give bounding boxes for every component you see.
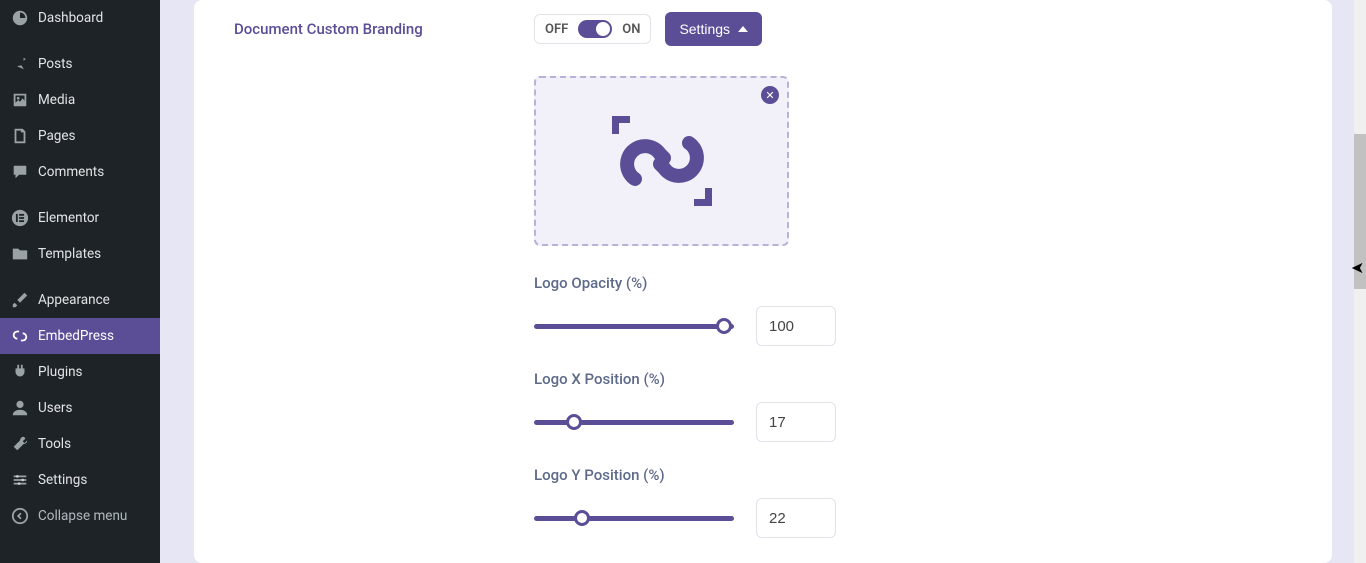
sidebar-item-collapse[interactable]: Collapse menu [0,498,160,534]
sidebar-item-label: Posts [38,56,150,72]
sidebar-item-label: Comments [38,164,150,180]
vertical-scrollbar[interactable] [1354,0,1366,563]
embedpress-icon [10,326,30,346]
chevron-up-icon [738,26,748,32]
pin-icon [10,54,30,74]
field-label: Logo Y Position (%) [534,466,1234,484]
controls-column: OFF ON Settings ✕ [534,12,1234,562]
settings-button[interactable]: Settings [665,12,762,46]
sidebar-item-embedpress[interactable]: EmbedPress [0,318,160,354]
plug-icon [10,362,30,382]
brush-icon [10,290,30,310]
field-ypos: Logo Y Position (%) [534,466,1234,538]
elementor-icon [10,208,30,228]
sidebar-item-templates[interactable]: Templates [0,236,160,272]
sliders-icon [10,470,30,490]
opacity-input[interactable] [756,306,836,346]
close-icon: ✕ [765,89,774,102]
sidebar-item-label: Pages [38,128,150,144]
scrollbar-thumb[interactable] [1354,134,1366,289]
toggle-row: OFF ON Settings [534,12,1234,46]
sidebar-item-media[interactable]: Media [0,82,160,118]
admin-sidebar: Dashboard Posts Media Pages Comments Ele… [0,0,160,563]
settings-card: Document Custom Branding OFF ON Settings… [194,0,1332,563]
sidebar-item-label: Users [38,400,150,416]
sidebar-item-settings[interactable]: Settings [0,462,160,498]
sidebar-item-plugins[interactable]: Plugins [0,354,160,390]
toggle-off-label: OFF [545,22,568,37]
folder-icon [10,244,30,264]
xpos-slider[interactable] [534,413,734,431]
page-background: Document Custom Branding OFF ON Settings… [160,0,1366,563]
sidebar-item-label: Appearance [38,292,150,308]
sidebar-item-label: Dashboard [38,10,150,26]
slider-thumb[interactable] [574,510,590,526]
wrench-icon [10,434,30,454]
user-icon [10,398,30,418]
comments-icon [10,162,30,182]
field-label: Logo Opacity (%) [534,274,1234,292]
opacity-slider[interactable] [534,317,734,335]
logo-preview[interactable]: ✕ [534,76,789,246]
media-icon [10,90,30,110]
sidebar-item-label: Elementor [38,210,150,226]
branding-toggle: OFF ON [534,14,651,44]
sidebar-item-elementor[interactable]: Elementor [0,200,160,236]
section-title: Document Custom Branding [234,20,423,38]
field-label: Logo X Position (%) [534,370,1234,388]
sidebar-item-label: Collapse menu [38,508,150,524]
settings-button-label: Settings [679,21,730,37]
field-opacity: Logo Opacity (%) [534,274,1234,346]
ypos-input[interactable] [756,498,836,538]
ypos-slider[interactable] [534,509,734,527]
logo-image [587,101,737,221]
pages-icon [10,126,30,146]
sidebar-item-label: Templates [38,246,150,262]
sidebar-item-label: Settings [38,472,150,488]
toggle-on-label: ON [622,22,640,37]
sidebar-item-label: Tools [38,436,150,452]
sidebar-item-pages[interactable]: Pages [0,118,160,154]
sidebar-item-dashboard[interactable]: Dashboard [0,0,160,36]
sidebar-item-comments[interactable]: Comments [0,154,160,190]
toggle-switch[interactable] [578,20,612,38]
sidebar-item-label: Plugins [38,364,150,380]
slider-thumb[interactable] [716,318,732,334]
dashboard-icon [10,8,30,28]
xpos-input[interactable] [756,402,836,442]
remove-logo-button[interactable]: ✕ [761,86,779,104]
sidebar-item-posts[interactable]: Posts [0,46,160,82]
sidebar-item-appearance[interactable]: Appearance [0,282,160,318]
sidebar-item-tools[interactable]: Tools [0,426,160,462]
sidebar-item-label: Media [38,92,150,108]
field-xpos: Logo X Position (%) [534,370,1234,442]
sidebar-item-users[interactable]: Users [0,390,160,426]
slider-thumb[interactable] [566,414,582,430]
collapse-icon [10,506,30,526]
sidebar-item-label: EmbedPress [38,328,150,344]
